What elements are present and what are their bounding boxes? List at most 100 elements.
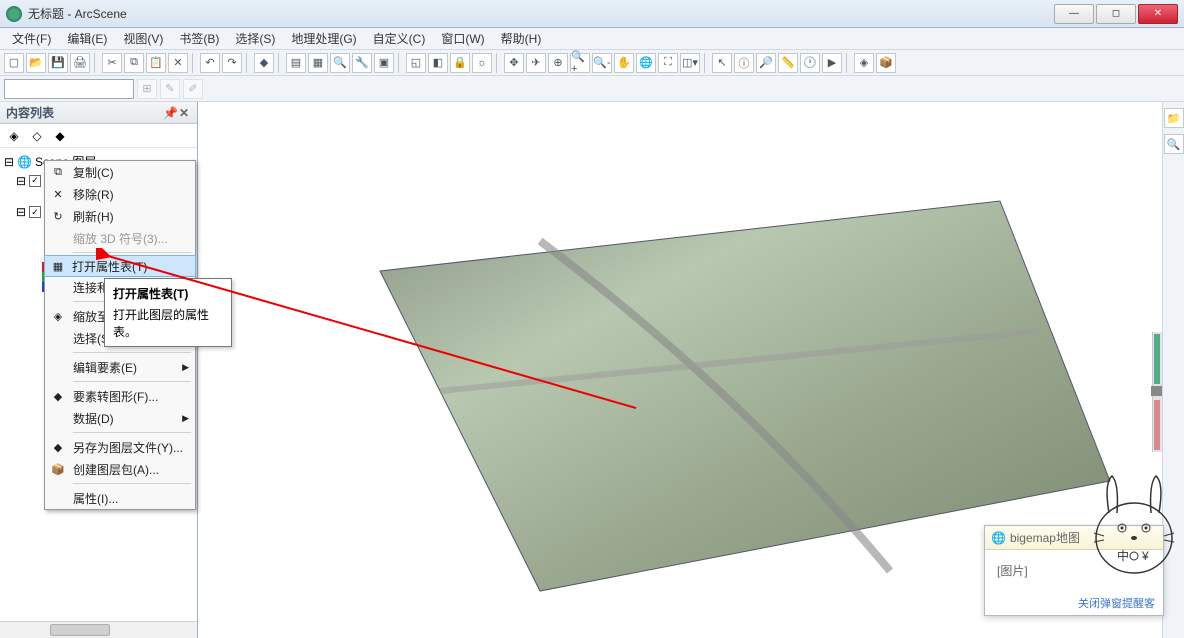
- menu-bookmarks[interactable]: 书签(B): [171, 28, 227, 49]
- expand-icon[interactable]: ⊟: [16, 205, 26, 219]
- graphics-icon: ◆: [50, 390, 66, 403]
- vertical-exaggeration-slider[interactable]: [1152, 332, 1162, 452]
- menu-geoprocessing[interactable]: 地理处理(G): [283, 28, 364, 49]
- layer-checkbox[interactable]: ✓: [29, 206, 41, 218]
- print-icon[interactable]: 🖨: [70, 53, 90, 73]
- fly-icon[interactable]: ✈: [526, 53, 546, 73]
- target-layer-dropdown[interactable]: [4, 79, 134, 99]
- time-icon[interactable]: 🕐: [800, 53, 820, 73]
- list-by-drawing-icon[interactable]: ◈: [4, 126, 24, 146]
- close-button[interactable]: ✕: [1138, 4, 1178, 24]
- add-data-icon[interactable]: ◆: [254, 53, 274, 73]
- find-icon[interactable]: 🔎: [756, 53, 776, 73]
- pointer-icon[interactable]: ↖: [712, 53, 732, 73]
- cut-icon[interactable]: ✂: [102, 53, 122, 73]
- scale-icon[interactable]: ◫▾: [680, 53, 700, 73]
- catalog-tab-icon[interactable]: 📁: [1164, 108, 1184, 128]
- title-bar: 无标题 - ArcScene — ◻ ✕: [0, 0, 1184, 28]
- copy-icon[interactable]: ⧉: [124, 53, 144, 73]
- toolbar-secondary: ⊞ ✎ ✐: [0, 76, 1184, 102]
- table-icon: ▦: [50, 260, 66, 273]
- layers-icon[interactable]: ◈: [854, 53, 874, 73]
- close-panel-icon[interactable]: ✕: [177, 106, 191, 120]
- search-tab-icon[interactable]: 🔍: [1164, 134, 1184, 154]
- minimize-button[interactable]: —: [1054, 4, 1094, 24]
- zoom-in-icon[interactable]: 🔍+: [570, 53, 590, 73]
- toolbox-icon[interactable]: 🔧: [352, 53, 372, 73]
- list-by-source-icon[interactable]: ◇: [27, 126, 47, 146]
- search-icon[interactable]: 🔍: [330, 53, 350, 73]
- layer-checkbox[interactable]: ✓: [29, 175, 41, 187]
- cm-open-attribute-table[interactable]: ▦打开属性表(T): [44, 255, 196, 277]
- save-layer-icon: ◆: [50, 441, 66, 454]
- tooltip-title: 打开属性表(T): [113, 285, 223, 302]
- app-icon: [6, 6, 22, 22]
- menu-help[interactable]: 帮助(H): [493, 28, 550, 49]
- identify-icon[interactable]: ⓘ: [734, 53, 754, 73]
- window-controls: — ◻ ✕: [1054, 4, 1178, 24]
- expand-icon[interactable]: ⊟: [16, 174, 26, 188]
- cm-data[interactable]: 数据(D)▶: [45, 407, 195, 429]
- mascot-icon: 中 ¥: [1084, 468, 1184, 578]
- cm-copy[interactable]: ⧉复制(C): [45, 161, 195, 183]
- new-icon[interactable]: ▢: [4, 53, 24, 73]
- menu-file[interactable]: 文件(F): [4, 28, 59, 49]
- popup-title: bigemap地图: [1010, 529, 1080, 546]
- menu-view[interactable]: 视图(V): [115, 28, 171, 49]
- layout-icon[interactable]: ◧: [428, 53, 448, 73]
- toc-icon[interactable]: ▤: [286, 53, 306, 73]
- package-icon: 📦: [50, 463, 66, 476]
- cm-convert-graphics[interactable]: ◆要素转图形(F)...: [45, 385, 195, 407]
- animation-icon[interactable]: ▶: [822, 53, 842, 73]
- toolbar-standard: ▢ 📂 💾 🖨 ✂ ⧉ 📋 ✕ ↶ ↷ ◆ ▤ ▦ 🔍 🔧 ▣ ◱ ◧ 🔒 ☼ …: [0, 50, 1184, 76]
- python-icon[interactable]: ▣: [374, 53, 394, 73]
- expand-icon[interactable]: ⛶: [658, 53, 678, 73]
- window-title: 无标题 - ArcScene: [28, 5, 1054, 22]
- redo-icon[interactable]: ↷: [222, 53, 242, 73]
- paste-icon[interactable]: 📋: [146, 53, 166, 73]
- remove-icon: ✕: [50, 188, 66, 201]
- pan-icon[interactable]: ✋: [614, 53, 634, 73]
- svg-text:¥: ¥: [1141, 549, 1149, 563]
- cm-refresh[interactable]: ↻刷新(H): [45, 205, 195, 227]
- menu-customize[interactable]: 自定义(C): [365, 28, 434, 49]
- delete-icon[interactable]: ✕: [168, 53, 188, 73]
- package-icon[interactable]: 📦: [876, 53, 896, 73]
- sketch-icon[interactable]: ✐: [183, 79, 203, 99]
- catalog-icon[interactable]: ▦: [308, 53, 328, 73]
- cm-save-as-layer[interactable]: ◆另存为图层文件(Y)...: [45, 436, 195, 458]
- popup-close-link[interactable]: 关闭弹窗提醒客: [985, 591, 1163, 615]
- pin-icon[interactable]: 📌: [163, 106, 177, 120]
- full-extent-icon[interactable]: 🌐: [636, 53, 656, 73]
- toc-scrollbar[interactable]: [0, 621, 197, 638]
- separator: [73, 483, 191, 484]
- center-icon[interactable]: ⊕: [548, 53, 568, 73]
- menu-windows[interactable]: 窗口(W): [433, 28, 492, 49]
- popup-icon: 🌐: [991, 531, 1006, 545]
- copy-icon: ⧉: [50, 166, 66, 179]
- snapping-icon[interactable]: ⊞: [137, 79, 157, 99]
- cm-properties[interactable]: 属性(I)...: [45, 487, 195, 509]
- cm-edit-features[interactable]: 编辑要素(E)▶: [45, 356, 195, 378]
- cm-remove[interactable]: ✕移除(R): [45, 183, 195, 205]
- zoom-out-icon[interactable]: 🔍-: [592, 53, 612, 73]
- menu-selection[interactable]: 选择(S): [227, 28, 283, 49]
- list-by-selection-icon[interactable]: ◆: [50, 126, 70, 146]
- lock-icon[interactable]: 🔒: [450, 53, 470, 73]
- save-icon[interactable]: 💾: [48, 53, 68, 73]
- sub-window-icon[interactable]: ◱: [406, 53, 426, 73]
- tooltip: 打开属性表(T) 打开此图层的属性表。: [104, 278, 232, 347]
- open-icon[interactable]: 📂: [26, 53, 46, 73]
- expand-icon[interactable]: ⊟: [4, 155, 14, 169]
- separator: [73, 432, 191, 433]
- undo-icon[interactable]: ↶: [200, 53, 220, 73]
- scene-icon[interactable]: ☼: [472, 53, 492, 73]
- cm-create-package[interactable]: 📦创建图层包(A)...: [45, 458, 195, 480]
- measure-icon[interactable]: 📏: [778, 53, 798, 73]
- menu-edit[interactable]: 编辑(E): [59, 28, 115, 49]
- separator: [73, 381, 191, 382]
- maximize-button[interactable]: ◻: [1096, 4, 1136, 24]
- edit-tool-icon[interactable]: ✎: [160, 79, 180, 99]
- scene-icon: 🌐: [17, 155, 32, 169]
- nav-icon[interactable]: ✥: [504, 53, 524, 73]
